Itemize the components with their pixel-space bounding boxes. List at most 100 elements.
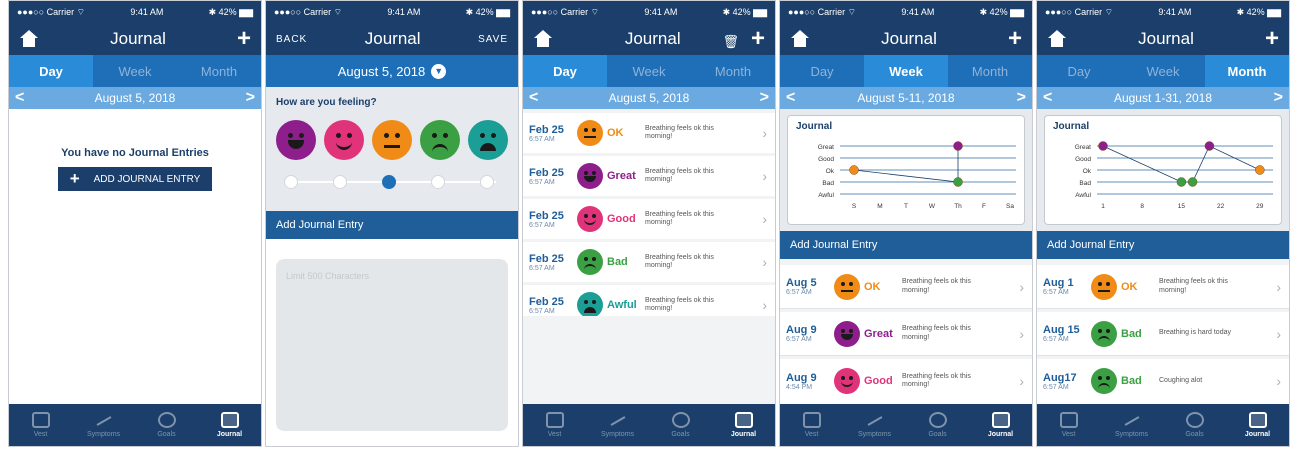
tabbar-item-vest[interactable]: Vest	[1037, 404, 1100, 446]
chevron-right-icon[interactable]: >	[246, 89, 255, 107]
list-item[interactable]: Aug 5 6:57 AM OK Breathing feels ok this …	[780, 265, 1032, 309]
entry-mood: Great	[864, 327, 893, 340]
chevron-left-icon[interactable]: <	[529, 89, 538, 107]
tabbar-item-symptoms[interactable]: Symptoms	[1100, 404, 1163, 446]
chevron-left-icon[interactable]: <	[15, 89, 24, 107]
tab-week[interactable]: Week	[607, 55, 691, 87]
tab-month[interactable]: Month	[1205, 55, 1289, 87]
current-date: August 5-11, 2018	[857, 91, 955, 105]
good-face-icon[interactable]	[324, 120, 364, 160]
tabbar-item-goals[interactable]: Goals	[135, 404, 198, 446]
entry-note: Coughing alot	[1159, 376, 1203, 384]
nav-bar: BACK Journal SAVE	[266, 23, 518, 55]
chevron-right-icon: ›	[762, 168, 767, 184]
chevron-right-icon[interactable]: >	[1017, 89, 1026, 107]
back-button[interactable]: BACK	[276, 34, 307, 45]
clock: 9:41 AM	[387, 7, 421, 17]
entry-time: 6:57 AM	[1043, 336, 1069, 343]
list-item[interactable]: Feb 25 6:57 AM OK Breathing feels ok this…	[523, 113, 775, 153]
chevron-left-icon[interactable]: <	[1043, 89, 1052, 107]
x-tick-label: 22	[1217, 203, 1225, 210]
tabbar-item-vest[interactable]: Vest	[9, 404, 72, 446]
trash-icon[interactable]: 🗑	[722, 34, 739, 49]
book-icon	[220, 412, 239, 428]
tab-day[interactable]: Day	[9, 55, 93, 87]
home-icon[interactable]	[790, 30, 810, 48]
awful-face-icon[interactable]	[468, 120, 508, 160]
slider-thumb[interactable]	[382, 175, 396, 189]
chevron-right-icon[interactable]: >	[760, 89, 769, 107]
tabbar-item-journal[interactable]: Journal	[712, 404, 775, 446]
vest-icon	[802, 412, 821, 428]
add-icon[interactable]: +	[1008, 27, 1022, 51]
tabbar-item-symptoms[interactable]: Symptoms	[72, 404, 135, 446]
add-journal-entry-button[interactable]: + ADD JOURNAL ENTRY	[58, 167, 212, 191]
list-item[interactable]: Feb 25 6:57 AM Great Breathing feels ok t…	[523, 156, 775, 196]
chart-area: Journal Great Good Ok Bad Awful S M T W Th F Sa	[780, 109, 1032, 231]
list-item[interactable]: Aug 15 6:57 AM Bad Breathing is hard toda…	[1037, 312, 1289, 356]
tabbar-item-journal[interactable]: Journal	[969, 404, 1032, 446]
carrier-label: ●●●○○ Carrier ⌔	[531, 6, 600, 17]
journal-text-input[interactable]: Limit 500 Characters	[276, 259, 508, 431]
tab-week[interactable]: Week	[864, 55, 948, 87]
list-item[interactable]: Aug 9 4:54 PM Good Breathing feels ok thi…	[780, 359, 1032, 403]
list-item[interactable]: Aug 1 6:57 AM OK Breathing feels ok this …	[1037, 265, 1289, 309]
tabbar-item-goals[interactable]: Goals	[649, 404, 712, 446]
carrier-label: ●●●○○ Carrier ⌔	[274, 6, 343, 17]
tabbar-item-journal[interactable]: Journal	[198, 404, 261, 446]
list-item[interactable]: Aug17 6:57 AM Bad Coughing alot ›	[1037, 359, 1289, 403]
save-button[interactable]: SAVE	[478, 34, 508, 45]
add-icon[interactable]: +	[751, 25, 765, 52]
list-item[interactable]: Aug 9 6:57 AM Great Breathing feels ok th…	[780, 312, 1032, 356]
entry-mood: OK	[1121, 280, 1138, 293]
tab-week[interactable]: Week	[93, 55, 177, 87]
bad-face-icon[interactable]	[420, 120, 460, 160]
list-background	[523, 316, 775, 404]
slider-stop[interactable]	[333, 175, 347, 189]
entry-time: 6:57 AM	[529, 135, 555, 143]
tabbar-item-symptoms[interactable]: Symptoms	[843, 404, 906, 446]
great-face-icon[interactable]	[276, 120, 316, 160]
tab-bar: Vest Symptoms Goals Journal	[9, 404, 261, 446]
tabbar-label: Journal	[216, 431, 243, 438]
tabbar-item-journal[interactable]: Journal	[1226, 404, 1289, 446]
tabbar-item-goals[interactable]: Goals	[1163, 404, 1226, 446]
tab-day[interactable]: Day	[523, 55, 607, 87]
chevron-left-icon[interactable]: <	[786, 89, 795, 107]
chevron-right-icon: ›	[762, 254, 767, 270]
tabbar-item-vest[interactable]: Vest	[523, 404, 586, 446]
ok-face-icon[interactable]	[372, 120, 412, 160]
slider-stop[interactable]	[431, 175, 445, 189]
tabbar-item-goals[interactable]: Goals	[906, 404, 969, 446]
tab-week[interactable]: Week	[1121, 55, 1205, 87]
entry-list: Aug 5 6:57 AM OK Breathing feels ok this …	[780, 259, 1032, 403]
mood-slider[interactable]	[284, 172, 496, 192]
nav-bar: Journal +	[780, 23, 1032, 55]
slider-stop[interactable]	[480, 175, 494, 189]
entry-date: Feb 25	[529, 295, 564, 308]
date-picker[interactable]: August 5, 2018 ▼	[266, 55, 518, 87]
tab-month[interactable]: Month	[948, 55, 1032, 87]
tabbar-item-vest[interactable]: Vest	[780, 404, 843, 446]
clock: 9:41 AM	[130, 7, 164, 17]
entry-date: Aug 15	[1043, 324, 1080, 336]
x-tick-label: M	[877, 203, 882, 210]
tab-month[interactable]: Month	[691, 55, 775, 87]
chevron-right-icon[interactable]: >	[1274, 89, 1283, 107]
slider-stop[interactable]	[284, 175, 298, 189]
tab-day[interactable]: Day	[780, 55, 864, 87]
home-icon[interactable]	[533, 30, 553, 48]
tab-day[interactable]: Day	[1037, 55, 1121, 87]
data-point	[1187, 177, 1198, 187]
phone-week-view: ●●●○○ Carrier ⌔ 9:41 AM ✱ 42% ▆▆ Journal…	[779, 0, 1033, 447]
home-icon[interactable]	[19, 30, 39, 48]
add-icon[interactable]: +	[1265, 27, 1279, 51]
tab-month[interactable]: Month	[177, 55, 261, 87]
plus-icon: +	[69, 169, 80, 188]
home-icon[interactable]	[1047, 30, 1067, 48]
add-icon[interactable]: +	[237, 27, 251, 51]
tabbar-item-symptoms[interactable]: Symptoms	[586, 404, 649, 446]
list-item[interactable]: Feb 25 6:57 AM Bad Breathing feels ok thi…	[523, 242, 775, 282]
list-item[interactable]: Feb 25 6:57 AM Good Breathing feels ok th…	[523, 199, 775, 239]
chevron-right-icon: ›	[1276, 373, 1281, 389]
